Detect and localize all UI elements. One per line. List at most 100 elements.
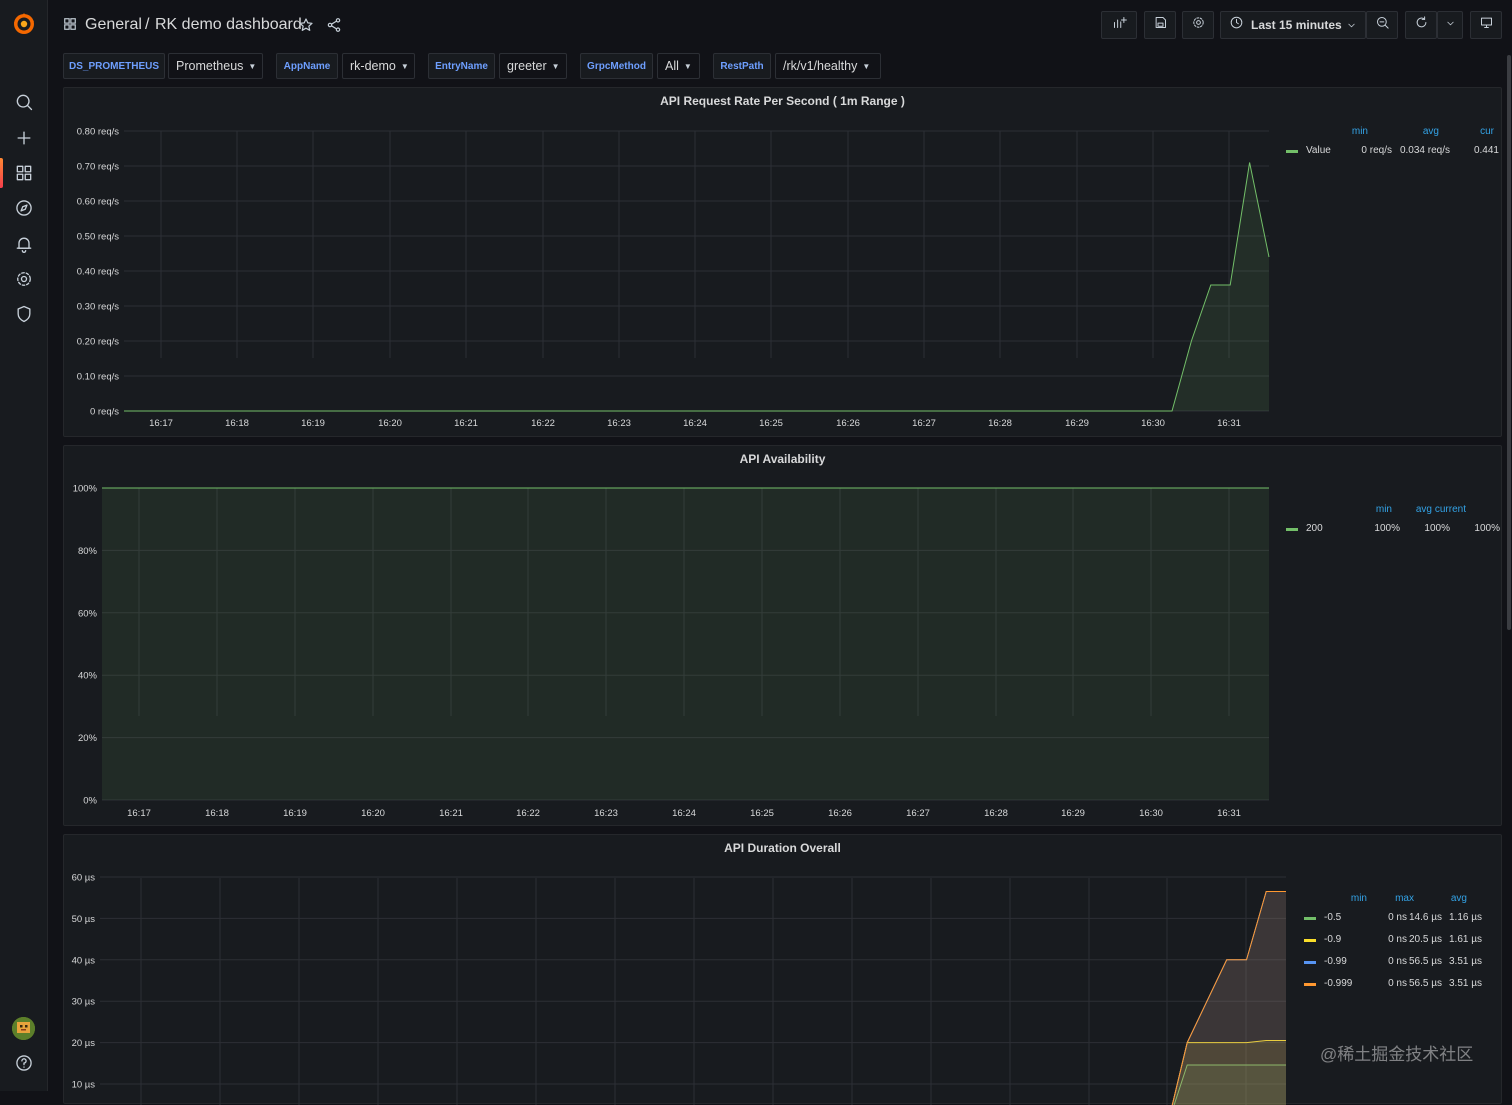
legend-series-name[interactable]: 200 [1306,523,1323,534]
time-range-picker[interactable]: Last 15 minutes [1220,11,1366,39]
refresh-icon [1414,15,1429,35]
legend-header[interactable]: min [1372,504,1392,515]
top-navbar: General / RK demo dashboard Last 15 minu… [49,0,1512,50]
explore-icon[interactable] [12,196,36,220]
y-tick-label: 0 req/s [90,407,119,418]
chart-api-duration-overall: 10 µs20 µs30 µs40 µs50 µs60 µs [64,835,1503,1105]
legend-header[interactable]: avg [1419,126,1439,137]
refresh-interval-dropdown[interactable] [1437,11,1463,39]
x-tick-label: 16:26 [828,808,852,819]
clock-icon [1229,15,1244,35]
x-tick-label: 16:17 [149,418,173,429]
legend-swatch [1286,150,1298,153]
y-tick-label: 0% [83,796,97,807]
series-line--0.9 [100,1041,1286,1105]
y-tick-label: 20% [78,733,98,744]
x-tick-label: 16:22 [531,418,555,429]
variable-value: Prometheus [176,59,243,73]
add-panel-button[interactable] [1101,11,1137,39]
tv-mode-button[interactable] [1470,11,1502,39]
x-tick-label: 16:30 [1139,808,1163,819]
chevron-down-icon: ▼ [401,62,409,71]
legend-swatch [1304,983,1316,986]
variable-value: All [665,59,679,73]
variable-select-entryname[interactable]: greeter▼ [499,53,567,79]
legend-value: 0 ns [1388,956,1407,967]
legend-value: 3.51 µs [1449,956,1482,967]
dashboards-icon[interactable] [12,161,36,185]
chart-api-request-rate: 0 req/s0.10 req/s0.20 req/s0.30 req/s0.4… [64,88,1503,438]
legend-series-name[interactable]: -0.5 [1324,912,1341,923]
panel-api-request-rate[interactable]: API Request Rate Per Second ( 1m Range )… [63,87,1502,437]
variable-select-appname[interactable]: rk-demo▼ [342,53,415,79]
variable-select-ds-prometheus[interactable]: Prometheus ▼ [168,53,263,79]
y-tick-label: 40% [78,671,98,682]
legend-series-name[interactable]: -0.9 [1324,934,1341,945]
legend-header[interactable]: current [1446,504,1466,515]
legend-series-name[interactable]: Value [1306,145,1331,156]
dashboards-icon [63,17,77,31]
legend-header[interactable]: avg [1447,893,1467,904]
legend-value: 100% [1474,523,1500,534]
plus-icon[interactable] [12,126,36,150]
legend-header[interactable]: min [1348,126,1368,137]
x-tick-label: 16:24 [672,808,696,819]
y-tick-label: 80% [78,546,98,557]
x-tick-label: 16:24 [683,418,707,429]
alert-bell-icon[interactable] [12,232,36,256]
legend-swatch [1304,939,1316,942]
legend-header[interactable]: max [1394,893,1414,904]
chevron-down-icon: ▼ [248,62,256,71]
legend-swatch [1304,917,1316,920]
refresh-button[interactable] [1405,11,1437,39]
star-icon[interactable] [298,17,314,33]
x-tick-label: 16:21 [439,808,463,819]
dashboard-settings-button[interactable] [1182,11,1214,39]
page-title[interactable]: RK demo dashboard [155,16,302,34]
x-tick-label: 16:26 [836,418,860,429]
y-tick-label: 20 µs [72,1038,96,1049]
x-tick-label: 16:30 [1141,418,1165,429]
legend-series-name[interactable]: -0.99 [1324,956,1347,967]
y-tick-label: 0.10 req/s [77,372,119,383]
legend-value: 56.5 µs [1409,956,1442,967]
variable-label-entryname: EntryName [428,53,495,79]
x-tick-label: 16:28 [984,808,1008,819]
legend-header[interactable]: cur [1474,126,1494,137]
zoom-out-button[interactable] [1366,11,1398,39]
legend-value: 1.61 µs [1449,934,1482,945]
legend-series-name[interactable]: -0.999 [1324,978,1352,989]
legend-value: 0 ns [1388,912,1407,923]
tv-mode-icon [1479,15,1494,35]
x-tick-label: 16:28 [988,418,1012,429]
help-icon[interactable] [12,1051,36,1075]
variable-label-restpath: RestPath [713,53,771,79]
variable-select-restpath[interactable]: /rk/v1/healthy▼ [775,53,881,79]
x-tick-label: 16:18 [225,418,249,429]
panel-api-availability[interactable]: API Availability 0%20%40%60%80%100%16:17… [63,445,1502,826]
search-icon[interactable] [12,90,36,114]
variable-select-grpcmethod[interactable]: All▼ [657,53,700,79]
y-tick-label: 60 µs [72,873,96,884]
y-tick-label: 100% [73,484,98,495]
chevron-down-icon [1445,16,1456,34]
save-dashboard-button[interactable] [1144,11,1176,39]
y-tick-label: 0.40 req/s [77,267,119,278]
add-panel-icon [1112,15,1127,35]
avatar[interactable] [12,1017,35,1040]
legend-header[interactable]: avg [1412,504,1432,515]
legend-header[interactable]: min [1347,893,1367,904]
share-icon[interactable] [326,17,342,33]
x-tick-label: 16:19 [283,808,307,819]
breadcrumb-folder[interactable]: General [85,16,142,34]
shield-icon[interactable] [12,302,36,326]
grafana-logo-icon[interactable] [12,12,36,36]
x-tick-label: 16:22 [516,808,540,819]
scrollbar[interactable] [1507,55,1511,630]
x-tick-label: 16:29 [1065,418,1089,429]
legend-value: 0 ns [1388,978,1407,989]
series-line--0.99 [100,892,1286,1105]
panel-api-duration-overall[interactable]: API Duration Overall 10 µs20 µs30 µs40 µ… [63,834,1502,1104]
watermark: @稀土掘金技术社区 [1320,1040,1473,1065]
gear-icon[interactable] [12,267,36,291]
